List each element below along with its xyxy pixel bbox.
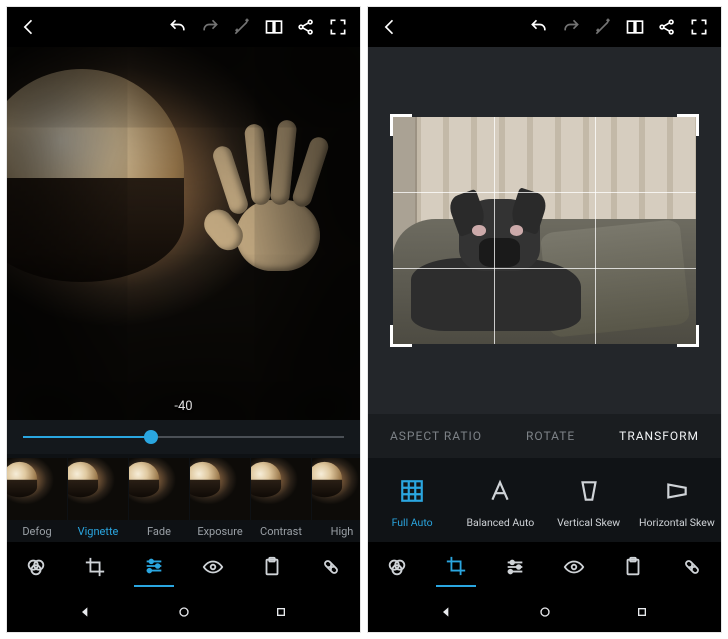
- adjust-slider-row: [7, 420, 360, 454]
- redo-icon[interactable]: [555, 11, 587, 43]
- adjust-value-readout: -40: [7, 399, 360, 414]
- crop-handle-bottom-right[interactable]: [677, 325, 699, 347]
- tool-clipboard-icon[interactable]: [252, 547, 292, 587]
- vskew-icon: [576, 478, 602, 508]
- grid-icon: [399, 478, 425, 508]
- photo-canvas[interactable]: -40: [7, 47, 360, 420]
- crop-handle-top-left[interactable]: [390, 114, 412, 136]
- compare-icon[interactable]: [258, 11, 290, 43]
- transform-option-label: Vertical Skew: [557, 516, 620, 529]
- redo-icon[interactable]: [194, 11, 226, 43]
- compare-icon[interactable]: [619, 11, 651, 43]
- transform-option-label: Horizontal Skew: [639, 516, 715, 529]
- android-nav-bar: [368, 592, 721, 632]
- android-back-icon[interactable]: [429, 594, 465, 630]
- android-recents-icon[interactable]: [624, 594, 660, 630]
- tool-clipboard-icon[interactable]: [613, 547, 653, 587]
- transform-option-vertical-skew[interactable]: Vertical Skew: [545, 478, 633, 529]
- share-icon[interactable]: [290, 11, 322, 43]
- photo-canvas[interactable]: [368, 47, 721, 414]
- tool-adjust-icon[interactable]: [134, 547, 174, 587]
- preset-label: High: [331, 520, 354, 542]
- tool-eye-icon[interactable]: [554, 547, 594, 587]
- preset-label: Defog: [22, 520, 51, 542]
- preset-strip[interactable]: Defog Vignette Fade Exposure Contrast Hi…: [7, 454, 360, 542]
- tab-rotate[interactable]: ROTATE: [526, 429, 575, 443]
- preset-contrast[interactable]: Contrast: [251, 458, 311, 542]
- preset-label: Exposure: [197, 520, 242, 542]
- phone-left-vignette: -40 Defog Vignette Fade Exposure Contras…: [6, 6, 361, 633]
- crop-handle-bottom-left[interactable]: [390, 325, 412, 347]
- transform-option-horizontal-skew[interactable]: Horizontal Skew: [633, 478, 721, 529]
- preset-thumbnail: [7, 458, 67, 520]
- transform-option-label: Full Auto: [392, 516, 433, 529]
- tool-looks-icon[interactable]: [16, 547, 56, 587]
- tool-eye-icon[interactable]: [193, 547, 233, 587]
- preset-vignette[interactable]: Vignette: [68, 458, 128, 542]
- preset-thumbnail: [129, 458, 189, 520]
- android-home-icon[interactable]: [527, 594, 563, 630]
- transform-option-full-auto[interactable]: Full Auto: [368, 478, 456, 529]
- transform-option-label: Balanced Auto: [466, 516, 534, 529]
- preset-high[interactable]: High: [312, 458, 360, 542]
- android-back-icon[interactable]: [68, 594, 104, 630]
- app-top-bar: [7, 7, 360, 47]
- magic-wand-icon[interactable]: [587, 11, 619, 43]
- preset-thumbnail: [190, 458, 250, 520]
- crop-tab-row: ASPECT RATIO ROTATE TRANSFORM: [368, 414, 721, 458]
- edited-photo-lamp: [7, 47, 360, 420]
- preset-label: Fade: [147, 520, 171, 542]
- preset-thumbnail: [68, 458, 128, 520]
- transform-option-balanced-auto[interactable]: Balanced Auto: [456, 478, 544, 529]
- back-icon[interactable]: [374, 11, 406, 43]
- preset-thumbnail: [312, 458, 360, 520]
- adjust-slider[interactable]: [23, 436, 344, 438]
- android-nav-bar: [7, 592, 360, 632]
- tool-looks-icon[interactable]: [377, 547, 417, 587]
- tool-heal-icon[interactable]: [311, 547, 351, 587]
- fullscreen-icon[interactable]: [683, 11, 715, 43]
- preset-fade[interactable]: Fade: [129, 458, 189, 542]
- app-top-bar: [368, 7, 721, 47]
- edited-photo-dog: [393, 117, 697, 345]
- magic-wand-icon[interactable]: [226, 11, 258, 43]
- letter-a-icon: [487, 478, 513, 508]
- bottom-tool-row: [368, 542, 721, 592]
- hskew-icon: [664, 478, 690, 508]
- bottom-tool-row: [7, 542, 360, 592]
- android-home-icon[interactable]: [166, 594, 202, 630]
- tool-crop-icon[interactable]: [75, 547, 115, 587]
- back-icon[interactable]: [13, 11, 45, 43]
- tool-adjust-icon[interactable]: [495, 547, 535, 587]
- crop-handle-top-right[interactable]: [677, 114, 699, 136]
- tool-crop-icon[interactable]: [436, 547, 476, 587]
- undo-icon[interactable]: [162, 11, 194, 43]
- share-icon[interactable]: [651, 11, 683, 43]
- slider-thumb[interactable]: [144, 430, 158, 444]
- transform-options-row: Full Auto Balanced Auto Vertical Skew Ho…: [368, 458, 721, 542]
- preset-exposure[interactable]: Exposure: [190, 458, 250, 542]
- android-recents-icon[interactable]: [263, 594, 299, 630]
- preset-label: Contrast: [260, 520, 302, 542]
- preset-thumbnail: [251, 458, 311, 520]
- phone-right-transform: ASPECT RATIO ROTATE TRANSFORM Full Auto Ba…: [367, 6, 722, 633]
- preset-label: Vignette: [78, 520, 119, 542]
- tab-transform[interactable]: TRANSFORM: [619, 429, 699, 443]
- crop-frame[interactable]: [393, 117, 697, 345]
- fullscreen-icon[interactable]: [322, 11, 354, 43]
- undo-icon[interactable]: [523, 11, 555, 43]
- preset-defog[interactable]: Defog: [7, 458, 67, 542]
- tab-aspect-ratio[interactable]: ASPECT RATIO: [390, 429, 482, 443]
- tool-heal-icon[interactable]: [672, 547, 712, 587]
